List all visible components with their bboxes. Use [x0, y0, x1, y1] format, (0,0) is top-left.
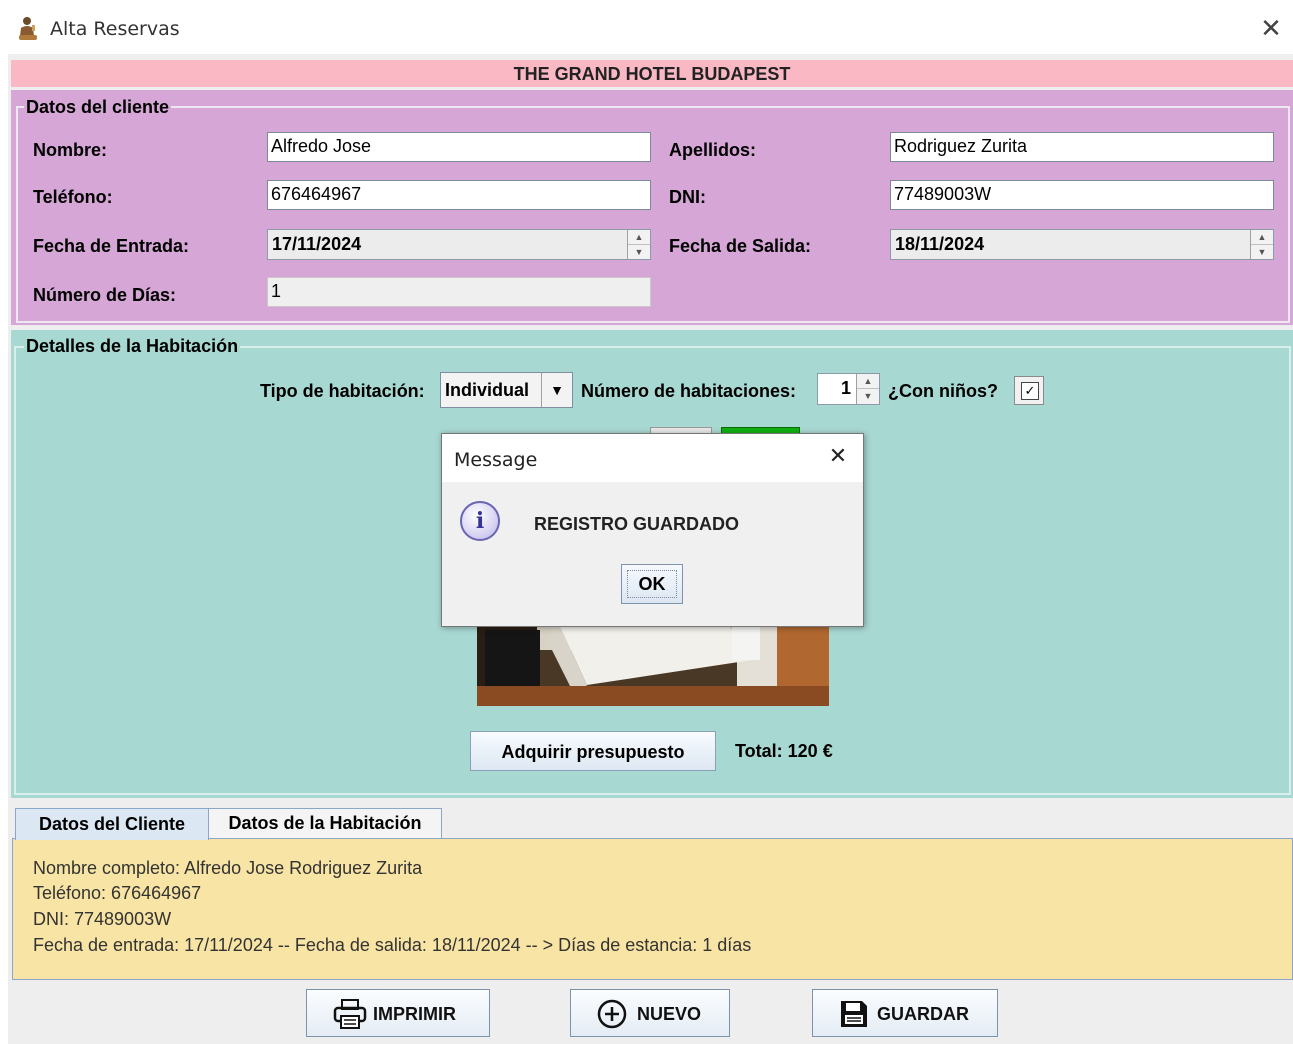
- dialog-title: Message: [454, 449, 538, 471]
- checkin-spinner-arrows[interactable]: ▲ ▼: [627, 230, 650, 259]
- rooms-count-label: Número de habitaciones:: [581, 381, 797, 401]
- rooms-count-value: 1: [840, 378, 851, 398]
- window-titlebar: [0, 0, 1293, 54]
- hotel-name-banner: THE GRAND HOTEL BUDAPEST: [11, 60, 1293, 87]
- tab-room-data[interactable]: Datos de la Habitación: [208, 808, 442, 838]
- spinner-up-icon[interactable]: ▲: [857, 374, 879, 389]
- summary-phone: Teléfono: 676464967: [33, 883, 202, 903]
- checkout-date-spinner[interactable]: 18/11/2024 ▲ ▼: [890, 229, 1274, 260]
- room-type-combobox[interactable]: Individual ▼: [440, 372, 573, 408]
- checkout-spinner-arrows[interactable]: ▲ ▼: [1250, 230, 1273, 259]
- budget-button[interactable]: Adquirir presupuesto: [470, 731, 716, 771]
- total-label: Total: 120 €: [735, 741, 833, 761]
- days-field: 1: [267, 277, 651, 307]
- phone-label: Teléfono:: [33, 187, 113, 207]
- room-type-label: Tipo de habitación:: [260, 381, 425, 401]
- window-close-icon[interactable]: ✕: [1256, 14, 1286, 44]
- print-button[interactable]: IMPRIMIR: [306, 989, 490, 1037]
- floppy-disk-icon: [839, 999, 869, 1034]
- spinner-down-icon[interactable]: ▼: [1251, 245, 1273, 259]
- chevron-down-icon[interactable]: ▼: [541, 373, 572, 407]
- rooms-count-spinner[interactable]: 1 ▲ ▼: [817, 373, 880, 405]
- room-section-legend: Detalles de la Habitación: [24, 336, 241, 357]
- ok-button[interactable]: OK: [621, 564, 683, 604]
- checkin-date-value: 17/11/2024: [272, 234, 362, 254]
- dialog-message: REGISTRO GUARDADO: [534, 514, 740, 534]
- spinner-up-icon[interactable]: ▲: [1251, 230, 1273, 245]
- room-type-value: Individual: [445, 380, 530, 400]
- spinner-down-icon[interactable]: ▼: [857, 389, 879, 403]
- new-label: NUEVO: [637, 1004, 702, 1024]
- days-label: Número de Días:: [33, 285, 177, 305]
- info-icon: i: [460, 501, 500, 541]
- checkin-label: Fecha de Entrada:: [33, 236, 190, 256]
- tab-client-data[interactable]: Datos del Cliente: [15, 808, 209, 840]
- rooms-spinner-arrows[interactable]: ▲ ▼: [856, 374, 879, 404]
- printer-icon: [333, 999, 367, 1034]
- summary-fullname: Nombre completo: Alfredo Jose Rodriguez …: [33, 858, 423, 878]
- new-button[interactable]: NUEVO: [570, 989, 730, 1037]
- checkmark-icon: ✓: [1021, 382, 1039, 400]
- add-circle-icon: [597, 999, 627, 1034]
- app-icon: [18, 16, 40, 42]
- print-label: IMPRIMIR: [373, 1004, 456, 1024]
- summary-dni: DNI: 77489003W: [33, 909, 172, 929]
- dni-field[interactable]: 77489003W: [890, 180, 1274, 210]
- checkin-date-spinner[interactable]: 17/11/2024 ▲ ▼: [267, 229, 651, 260]
- checkout-label: Fecha de Salida:: [669, 236, 812, 256]
- save-label: GUARDAR: [877, 1004, 969, 1024]
- save-button[interactable]: GUARDAR: [812, 989, 998, 1037]
- children-checkbox[interactable]: ✓: [1014, 376, 1044, 405]
- window-title: Alta Reservas: [50, 18, 180, 40]
- client-section-legend: Datos del cliente: [24, 97, 172, 118]
- surname-label: Apellidos:: [669, 140, 757, 160]
- surname-field[interactable]: Rodriguez Zurita: [890, 132, 1274, 162]
- focus-ring: [627, 570, 677, 598]
- dni-label: DNI:: [669, 187, 706, 207]
- name-label: Nombre:: [33, 140, 108, 160]
- spinner-down-icon[interactable]: ▼: [628, 245, 650, 259]
- message-dialog: Message ✕ i REGISTRO GUARDADO OK: [441, 433, 864, 627]
- phone-field[interactable]: 676464967: [267, 180, 651, 210]
- spinner-up-icon[interactable]: ▲: [628, 230, 650, 245]
- children-label: ¿Con niños?: [888, 381, 998, 401]
- dialog-close-icon[interactable]: ✕: [825, 444, 851, 470]
- summary-dates: Fecha de entrada: 17/11/2024 -- Fecha de…: [33, 935, 752, 955]
- name-field[interactable]: Alfredo Jose: [267, 132, 651, 162]
- checkout-date-value: 18/11/2024: [895, 234, 985, 254]
